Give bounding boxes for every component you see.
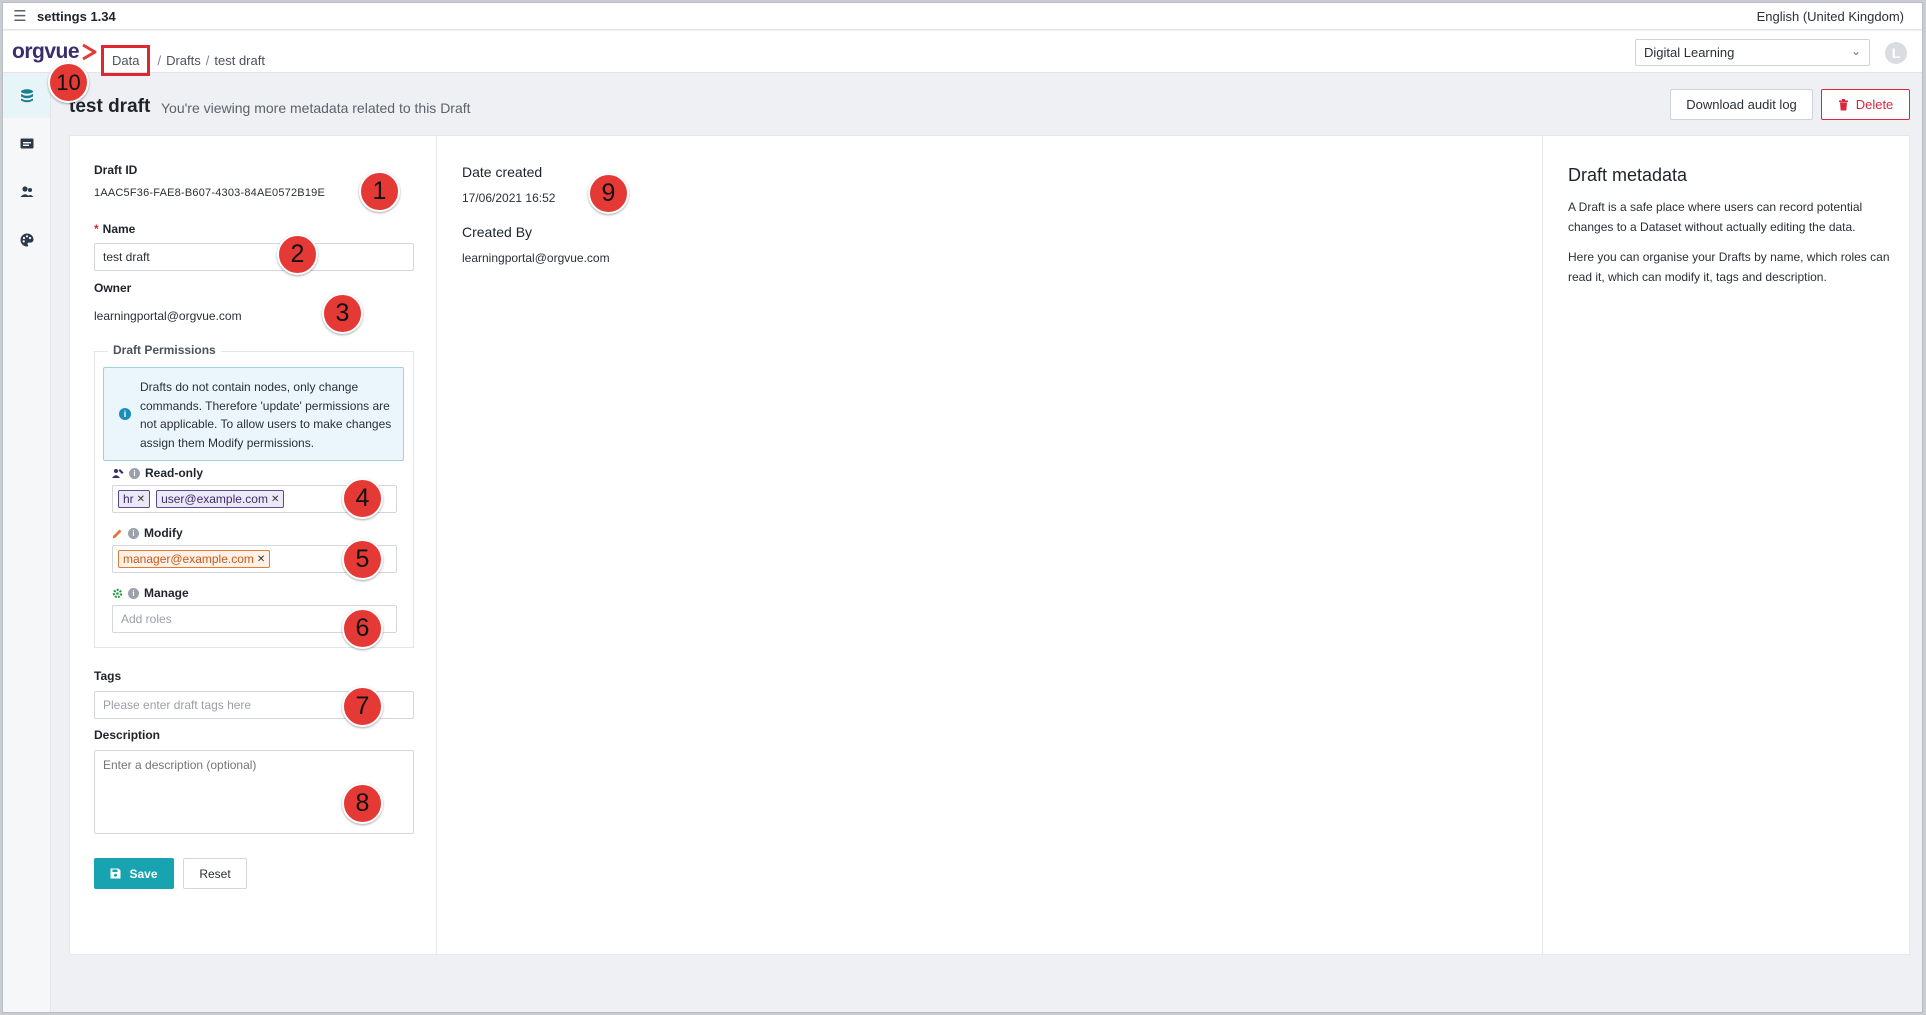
language-selector[interactable]: English (United Kingdom) bbox=[1757, 9, 1904, 24]
name-input[interactable]: test draft bbox=[94, 243, 414, 271]
created-by-value: learningportal@orgvue.com bbox=[462, 251, 610, 265]
owner-label: Owner bbox=[94, 281, 132, 295]
annotation-marker-1: 1 bbox=[359, 171, 400, 212]
date-created-label: Date created bbox=[462, 164, 543, 180]
breadcrumb-current: test draft bbox=[214, 53, 265, 68]
breadcrumb-separator: / bbox=[157, 53, 162, 68]
title-bar: ☰ settings 1.34 English (United Kingdom) bbox=[3, 3, 1922, 30]
orgvue-logo[interactable]: orgvue bbox=[12, 40, 97, 64]
manage-label: Manage bbox=[144, 586, 189, 600]
reset-button[interactable]: Reset bbox=[183, 858, 247, 889]
help-icon[interactable]: i bbox=[128, 527, 139, 539]
created-by-label: Created By bbox=[462, 224, 533, 240]
logo-mark-icon bbox=[82, 43, 97, 61]
annotation-marker-7: 7 bbox=[342, 686, 383, 727]
name-input-value: test draft bbox=[103, 250, 150, 264]
remove-tag-icon[interactable]: ✕ bbox=[271, 494, 279, 505]
reader-icon bbox=[112, 468, 124, 478]
annotation-marker-8: 8 bbox=[342, 783, 383, 824]
help-icon[interactable]: i bbox=[129, 467, 140, 479]
draft-id-value: 1AAC5F36-FAE8-B607-4303-84AE0572B19E bbox=[94, 187, 326, 199]
breadcrumb: Data / Drafts / test draft bbox=[101, 45, 265, 76]
owner-value: learningportal@orgvue.com bbox=[94, 309, 242, 323]
breadcrumb-data[interactable]: Data bbox=[101, 45, 151, 76]
app-window: ☰ settings 1.34 English (United Kingdom)… bbox=[2, 2, 1923, 1013]
help-icon[interactable]: i bbox=[128, 587, 139, 599]
annotation-marker-4: 4 bbox=[342, 478, 383, 519]
database-icon bbox=[20, 89, 33, 103]
role-tag: user@example.com ✕ bbox=[156, 490, 285, 508]
remove-tag-icon[interactable]: ✕ bbox=[137, 494, 145, 505]
delete-label: Delete bbox=[1855, 97, 1894, 112]
avatar[interactable]: L bbox=[1885, 42, 1907, 64]
nav-views[interactable] bbox=[3, 122, 50, 166]
annotation-marker-2: 2 bbox=[277, 234, 318, 275]
readonly-label: Read-only bbox=[145, 466, 204, 480]
chevron-down-icon: ⌄ bbox=[1850, 44, 1861, 58]
metadata-paragraph: Here you can organise your Drafts by nam… bbox=[1568, 250, 1890, 284]
modify-label-row: i Modify bbox=[112, 526, 183, 540]
save-button[interactable]: Save bbox=[94, 858, 174, 889]
people-icon bbox=[20, 186, 33, 197]
menu-icon[interactable]: ☰ bbox=[3, 7, 37, 25]
name-label: * Name bbox=[94, 222, 136, 236]
browser-icon bbox=[20, 138, 33, 149]
download-audit-log-label: Download audit log bbox=[1686, 97, 1797, 112]
floppy-disk-icon bbox=[110, 868, 121, 879]
nav-people[interactable] bbox=[3, 170, 50, 214]
annotation-marker-10: 10 bbox=[48, 62, 89, 103]
page-subtitle: You're viewing more metadata related to … bbox=[161, 100, 471, 116]
annotation-marker-5: 5 bbox=[342, 539, 383, 580]
tags-label: Tags bbox=[94, 669, 122, 683]
gear-icon bbox=[112, 588, 123, 598]
modify-label: Modify bbox=[144, 526, 183, 540]
remove-tag-icon[interactable]: ✕ bbox=[257, 554, 265, 565]
manage-roles-placeholder: Add roles bbox=[121, 612, 172, 626]
metadata-paragraph: A Draft is a safe place where users can … bbox=[1568, 200, 1863, 234]
download-audit-log-button[interactable]: Download audit log bbox=[1670, 89, 1813, 120]
required-asterisk: * bbox=[94, 222, 99, 236]
draft-id-label: Draft ID bbox=[94, 163, 138, 177]
reset-label: Reset bbox=[199, 866, 231, 881]
permissions-info-text: Drafts do not contain nodes, only change… bbox=[140, 380, 392, 450]
app-header: orgvue Data / Drafts / test draft Digita… bbox=[3, 31, 1922, 76]
annotation-marker-6: 6 bbox=[342, 608, 383, 649]
logo-text: orgvue bbox=[12, 40, 80, 63]
draft-form: Draft ID 1AAC5F36-FAE8-B607-4303-84AE057… bbox=[70, 136, 437, 954]
role-tag: manager@example.com ✕ bbox=[118, 550, 271, 568]
nav-data[interactable] bbox=[3, 74, 50, 118]
date-created-value: 17/06/2021 16:52 bbox=[462, 191, 556, 205]
save-label: Save bbox=[129, 866, 158, 881]
role-tag: hr ✕ bbox=[118, 490, 151, 508]
draft-details: Date created 17/06/2021 16:52 Created By… bbox=[437, 136, 1543, 954]
workspace-value: Digital Learning bbox=[1644, 45, 1735, 60]
info-icon: i bbox=[119, 408, 131, 420]
manage-label-row: i Manage bbox=[112, 586, 189, 600]
permissions-legend: Draft Permissions bbox=[108, 343, 221, 357]
nav-styles[interactable] bbox=[3, 218, 50, 262]
breadcrumb-separator: / bbox=[205, 53, 210, 68]
tags-placeholder: Please enter draft tags here bbox=[103, 698, 252, 712]
page-title: test draft bbox=[69, 96, 151, 117]
left-nav bbox=[3, 74, 51, 1012]
window-title: settings 1.34 bbox=[37, 8, 116, 24]
workspace-select[interactable]: Digital Learning ⌄ bbox=[1635, 39, 1870, 66]
annotation-marker-9: 9 bbox=[588, 173, 629, 214]
trash-icon bbox=[1838, 98, 1848, 110]
delete-button[interactable]: Delete bbox=[1821, 89, 1910, 120]
breadcrumb-drafts[interactable]: Drafts bbox=[166, 53, 201, 68]
metadata-title: Draft metadata bbox=[1568, 165, 1688, 185]
description-label: Description bbox=[94, 728, 161, 742]
readonly-label-row: i Read-only bbox=[112, 466, 203, 480]
annotation-marker-3: 3 bbox=[322, 293, 363, 334]
draft-metadata-help: Draft metadata A Draft is a safe place w… bbox=[1543, 136, 1909, 954]
draft-card: Draft ID 1AAC5F36-FAE8-B607-4303-84AE057… bbox=[69, 135, 1910, 955]
pencil-icon bbox=[112, 529, 122, 538]
permissions-info-box: i Drafts do not contain nodes, only chan… bbox=[103, 367, 404, 461]
palette-icon bbox=[20, 233, 33, 247]
